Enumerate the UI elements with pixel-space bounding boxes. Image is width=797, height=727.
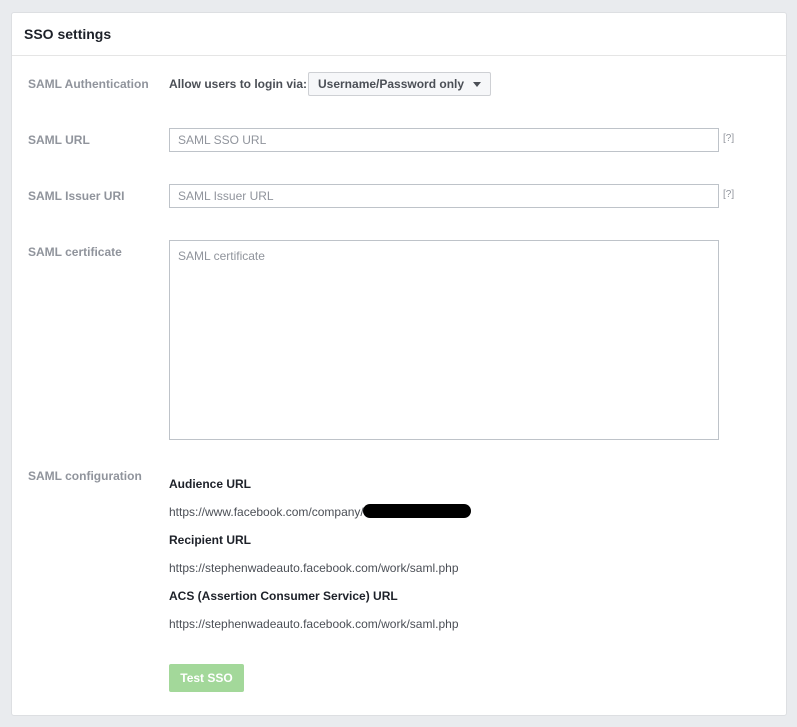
redaction-mark	[363, 504, 471, 518]
audience-url-heading: Audience URL	[169, 477, 252, 491]
panel-header: SSO settings	[12, 13, 786, 56]
recipient-url-heading: Recipient URL	[169, 533, 252, 547]
saml-issuer-input[interactable]	[169, 184, 719, 208]
saml-issuer-help-link[interactable]: [?]	[723, 189, 734, 200]
acs-url-value: https://stephenwadeauto.facebook.com/wor…	[169, 617, 459, 631]
chevron-down-icon	[473, 82, 482, 87]
saml-config-label: SAML configuration	[28, 469, 142, 483]
saml-cert-label: SAML certificate	[28, 245, 122, 259]
recipient-url-value: https://stephenwadeauto.facebook.com/wor…	[169, 561, 459, 575]
login-method-value: Username/Password only	[318, 77, 465, 91]
saml-cert-textarea[interactable]	[169, 240, 719, 440]
saml-issuer-label: SAML Issuer URI	[28, 189, 125, 203]
allow-login-text: Allow users to login via:	[169, 77, 308, 91]
saml-url-label: SAML URL	[28, 133, 90, 147]
saml-auth-label: SAML Authentication	[28, 77, 149, 91]
audience-url-value: https://www.facebook.com/company/	[169, 505, 364, 519]
login-method-dropdown[interactable]: Username/Password only	[308, 72, 492, 96]
test-sso-button[interactable]: Test SSO	[169, 664, 244, 692]
sso-settings-panel: SSO settings SAML Authentication Allow u…	[11, 12, 787, 716]
acs-url-heading: ACS (Assertion Consumer Service) URL	[169, 589, 398, 603]
panel-title: SSO settings	[24, 26, 112, 42]
saml-url-help-link[interactable]: [?]	[723, 133, 734, 144]
saml-url-input[interactable]	[169, 128, 719, 152]
